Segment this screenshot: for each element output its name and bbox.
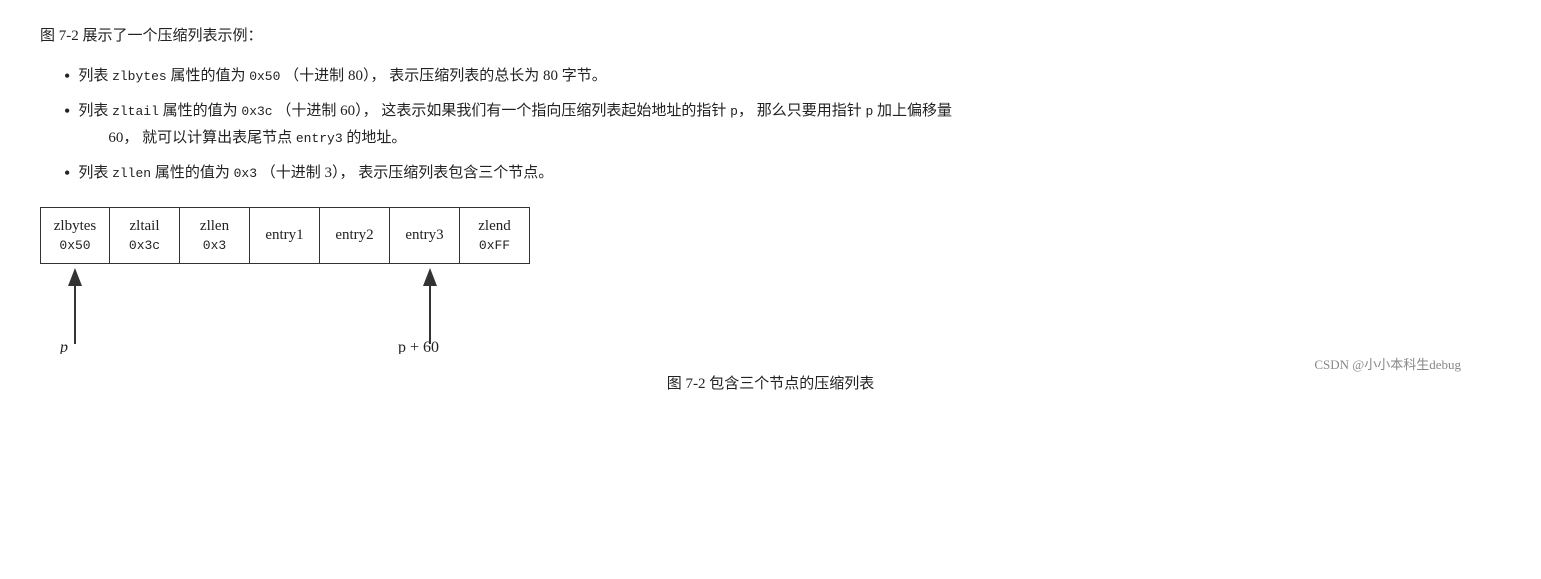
code-0x3: 0x3 bbox=[234, 166, 257, 181]
num-60: 60 bbox=[340, 103, 355, 119]
code-p1: p bbox=[730, 104, 738, 119]
cell-entry3: entry3 bbox=[390, 207, 460, 264]
cell-label: zlbytes bbox=[54, 216, 97, 237]
cell-entry2: entry2 bbox=[320, 207, 390, 264]
code-p2: p bbox=[865, 104, 873, 119]
diagram-area: zlbytes 0x50 zltail 0x3c zllen 0x3 entry… bbox=[40, 207, 1501, 354]
cell-label: entry1 bbox=[265, 225, 303, 246]
num-80: 80 bbox=[348, 68, 363, 84]
cell-label: entry3 bbox=[405, 225, 443, 246]
num-3: 3 bbox=[325, 165, 333, 181]
list-item: • 列表 zltail 属性的值为 0x3c （十进制 60）， 这表示如果我们… bbox=[64, 98, 1501, 152]
code-entry3: entry3 bbox=[296, 131, 343, 146]
cell-label: zltail bbox=[130, 216, 160, 237]
code-zllen: zllen bbox=[112, 166, 151, 181]
svg-text:p: p bbox=[59, 339, 68, 354]
cell-zlbytes: zlbytes 0x50 bbox=[40, 207, 110, 264]
cell-value: 0xFF bbox=[479, 237, 510, 255]
bullet-dot: • bbox=[64, 102, 70, 120]
intro-title: 图 7-2 展示了一个压缩列表示例： bbox=[40, 24, 1501, 45]
cell-zllen: zllen 0x3 bbox=[180, 207, 250, 264]
code-zltail: zltail bbox=[112, 104, 159, 119]
compressed-list-table: zlbytes 0x50 zltail 0x3c zllen 0x3 entry… bbox=[40, 207, 1501, 264]
cell-entry1: entry1 bbox=[250, 207, 320, 264]
code-0x3c: 0x3c bbox=[241, 104, 272, 119]
figure-caption: 图 7-2 包含三个节点的压缩列表 bbox=[40, 372, 1501, 393]
cell-value: 0x3c bbox=[129, 237, 160, 255]
page-container: 图 7-2 展示了一个压缩列表示例： • 列表 zlbytes 属性的值为 0x… bbox=[40, 24, 1501, 393]
cell-value: 0x3 bbox=[203, 237, 226, 255]
bullet-dot: • bbox=[64, 164, 70, 182]
figure-caption-text: 图 7-2 包含三个节点的压缩列表 bbox=[667, 376, 875, 392]
cell-zltail: zltail 0x3c bbox=[110, 207, 180, 264]
cell-label: zllen bbox=[200, 216, 229, 237]
svg-text:p + 60: p + 60 bbox=[398, 339, 439, 354]
code-zlbytes: zlbytes bbox=[112, 69, 167, 84]
bullet1-content: 列表 zlbytes 属性的值为 0x50 （十进制 80）， 表示压缩列表的总… bbox=[78, 63, 1501, 90]
list-item: • 列表 zllen 属性的值为 0x3 （十进制 3）， 表示压缩列表包含三个… bbox=[64, 160, 1501, 187]
list-item: • 列表 zlbytes 属性的值为 0x50 （十进制 80）， 表示压缩列表… bbox=[64, 63, 1501, 90]
bullet3-content: 列表 zllen 属性的值为 0x3 （十进制 3）， 表示压缩列表包含三个节点… bbox=[78, 160, 1501, 187]
arrows-container: p p + 60 bbox=[40, 264, 740, 354]
code-0x50: 0x50 bbox=[249, 69, 280, 84]
cell-zlend: zlend 0xFF bbox=[460, 207, 530, 264]
bullet2-content: 列表 zltail 属性的值为 0x3c （十进制 60）， 这表示如果我们有一… bbox=[78, 98, 1501, 152]
cell-label: zlend bbox=[478, 216, 510, 237]
bullet-list: • 列表 zlbytes 属性的值为 0x50 （十进制 80）， 表示压缩列表… bbox=[64, 63, 1501, 187]
watermark: CSDN @小小本科生debug bbox=[1314, 354, 1461, 373]
arrows-svg: p p + 60 bbox=[40, 264, 740, 354]
num-80b: 80 bbox=[543, 68, 558, 84]
bullet-dot: • bbox=[64, 67, 70, 85]
cell-label: entry2 bbox=[335, 225, 373, 246]
cell-value: 0x50 bbox=[59, 237, 90, 255]
